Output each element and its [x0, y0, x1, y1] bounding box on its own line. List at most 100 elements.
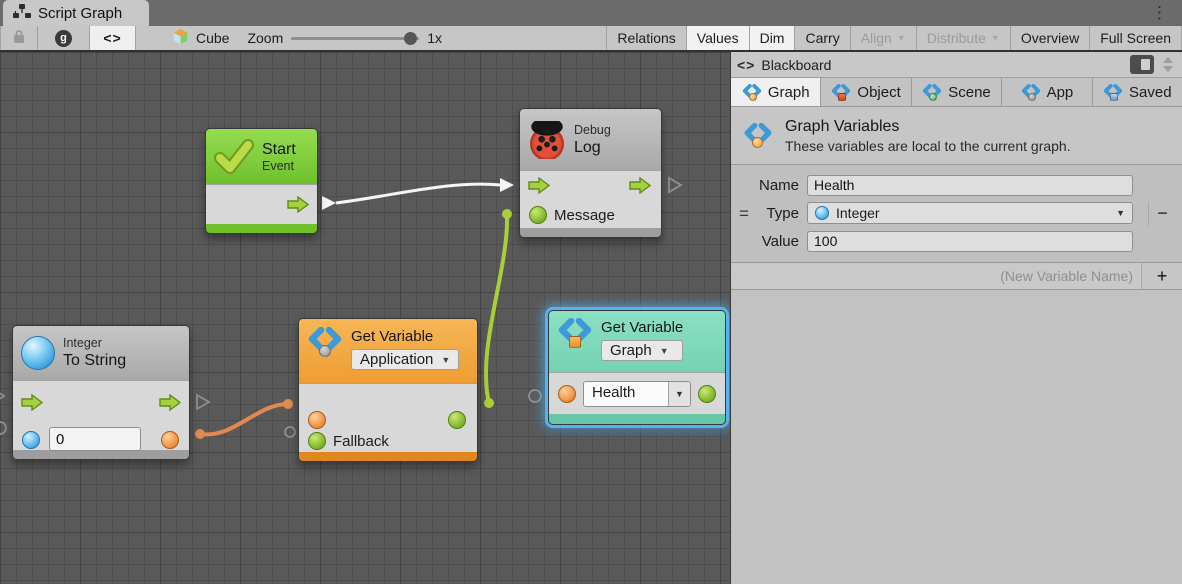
blackboard-header: <> Blackboard	[731, 52, 1182, 78]
debug-bug-icon	[528, 121, 566, 159]
overview-button[interactable]: Overview	[1011, 26, 1090, 50]
lock-button[interactable]	[0, 26, 38, 50]
tab-saved[interactable]: Saved	[1093, 78, 1182, 106]
value-out-port[interactable]	[448, 411, 466, 429]
tab-script-graph[interactable]: Script Graph	[3, 0, 149, 26]
variable-value-input[interactable]	[807, 231, 1133, 252]
section-title: Graph Variables	[785, 116, 1071, 137]
panel-scroll-arrows[interactable]	[1160, 57, 1176, 72]
node-subtitle: Event	[262, 159, 296, 174]
scroll-up-icon[interactable]	[1163, 57, 1173, 63]
dock-panel-icon[interactable]	[1130, 55, 1154, 74]
variable-name-in-port[interactable]	[558, 385, 576, 403]
zoom-control: Zoom 1x	[239, 26, 450, 50]
code-view-button[interactable]: <>	[90, 26, 136, 50]
g-badge-icon: g	[55, 30, 72, 47]
integer-sphere-icon	[21, 336, 55, 370]
variables-icon	[307, 327, 343, 357]
remove-variable-button[interactable]: −	[1148, 202, 1176, 226]
message-value-port[interactable]	[529, 206, 547, 224]
graph-canvas[interactable]: Start Event Debug Log	[0, 52, 730, 584]
node-debug-log[interactable]: Debug Log Message	[519, 108, 662, 238]
add-variable-button[interactable]: +	[1142, 263, 1182, 289]
graph-badge-icon	[752, 137, 763, 148]
node-title: Start	[262, 140, 296, 159]
flow-wire-arrowhead	[322, 196, 336, 210]
node-integer-to-string[interactable]: Integer To String	[12, 325, 190, 460]
window-menu-icon[interactable]: ⋮	[1151, 1, 1168, 25]
node-title: Log	[574, 138, 611, 157]
carry-button[interactable]: Carry	[795, 26, 850, 50]
integer-type-icon	[815, 206, 829, 220]
variables-icon	[557, 318, 593, 348]
integer-in-port[interactable]	[22, 431, 40, 449]
scroll-down-icon[interactable]	[1163, 66, 1173, 72]
drag-handle[interactable]: =	[739, 204, 749, 224]
toolbar-spacer	[136, 26, 162, 50]
blackboard-code-icon: <>	[737, 57, 755, 73]
saved-badge-icon	[1110, 93, 1118, 101]
toolbar-right-group: Relations Values Dim Carry Align▼ Distri…	[606, 26, 1182, 50]
dropdown-arrow-icon: ▼	[991, 33, 1000, 43]
window-tab-bar: Script Graph ⋮	[0, 0, 1182, 26]
variables-icon	[831, 84, 851, 101]
fullscreen-button[interactable]: Full Screen	[1090, 26, 1182, 50]
zoom-slider[interactable]	[291, 37, 419, 40]
orange-value-wire	[200, 404, 288, 434]
dropdown-arrow-icon: ▼	[1116, 208, 1125, 218]
target-object[interactable]: Cube	[162, 26, 239, 50]
variable-name-in-port[interactable]	[308, 411, 326, 429]
lock-icon	[12, 29, 26, 47]
new-variable-row: +	[731, 263, 1182, 290]
flow-in-port[interactable]	[21, 394, 43, 411]
node-subtitle: Debug	[574, 123, 611, 138]
tab-graph[interactable]: Graph	[731, 78, 821, 106]
node-start-event[interactable]: Start Event	[205, 128, 318, 234]
node-get-variable-application[interactable]: Get Variable Application ▼ Fallback	[298, 318, 478, 462]
variable-type-dropdown[interactable]: Integer ▼	[807, 202, 1133, 224]
object-badge-icon	[838, 93, 846, 101]
cube-icon	[172, 28, 189, 48]
dropdown-arrow-icon: ▼	[668, 382, 690, 406]
tab-app[interactable]: App	[1002, 78, 1092, 106]
variables-icon	[742, 84, 762, 101]
dropdown-arrow-icon: ▼	[897, 33, 906, 43]
relations-button[interactable]: Relations	[606, 26, 686, 50]
flow-wire	[336, 184, 500, 203]
dropdown-arrow-icon: ▼	[660, 346, 669, 356]
node-title: Get Variable	[601, 318, 683, 337]
zoom-level: 1x	[427, 30, 442, 46]
flow-in-port[interactable]	[528, 177, 550, 194]
graph-badge-icon	[569, 336, 581, 348]
flow-out-port[interactable]	[159, 394, 181, 411]
zoom-slider-knob[interactable]	[404, 32, 417, 45]
zoom-label: Zoom	[247, 30, 283, 46]
tab-title: Script Graph	[38, 5, 122, 22]
integer-value-input[interactable]	[49, 427, 141, 451]
variable-name-input[interactable]	[807, 175, 1133, 196]
node-subtitle: Integer	[63, 336, 126, 351]
variable-scope-dropdown[interactable]: Application ▼	[351, 349, 459, 370]
node-get-variable-graph[interactable]: Get Variable Graph ▼ Health ▼	[548, 310, 726, 425]
blackboard-panel: <> Blackboard Graph Object	[730, 52, 1182, 584]
tab-object[interactable]: Object	[821, 78, 911, 106]
variables-icon	[922, 84, 942, 101]
variable-scope-dropdown[interactable]: Graph ▼	[601, 340, 683, 361]
variable-name-dropdown[interactable]: Health ▼	[583, 381, 691, 407]
flow-out-port[interactable]	[287, 196, 309, 213]
dim-button[interactable]: Dim	[750, 26, 796, 50]
values-button[interactable]: Values	[687, 26, 750, 50]
value-out-port[interactable]	[698, 385, 716, 403]
fallback-in-port[interactable]	[308, 432, 326, 450]
graph-inspector-toggle[interactable]: g	[38, 26, 90, 50]
tab-scene[interactable]: Scene	[912, 78, 1002, 106]
flow-out-port[interactable]	[629, 177, 651, 194]
variables-icon	[1021, 84, 1041, 101]
variables-icon	[1103, 84, 1123, 101]
flow-wire-arrowhead	[500, 178, 514, 192]
string-out-port[interactable]	[161, 431, 179, 449]
checkmark-icon	[214, 139, 254, 175]
app-badge-icon	[1028, 93, 1036, 101]
new-variable-name-input[interactable]	[731, 263, 1142, 289]
variable-scope-tabs: Graph Object Scene App	[731, 78, 1182, 107]
